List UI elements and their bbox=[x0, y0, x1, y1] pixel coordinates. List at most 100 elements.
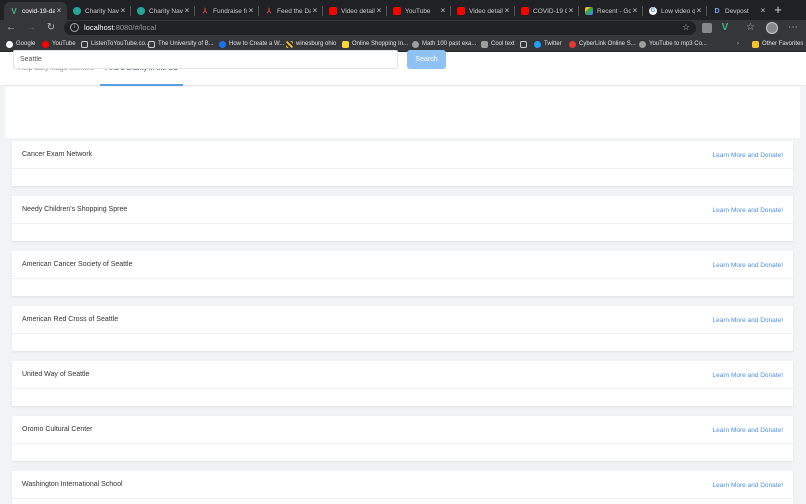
close-icon[interactable]: × bbox=[247, 7, 255, 15]
browser-tab[interactable]: Charity Navig × bbox=[67, 2, 131, 20]
bookmark-item[interactable]: YouTube bbox=[42, 38, 76, 50]
back-arrow-icon[interactable]: ← bbox=[4, 21, 18, 35]
learn-more-link[interactable]: Learn More and Donate! bbox=[713, 317, 783, 324]
browser-tab[interactable]: ⅄ Feed the Daily × bbox=[259, 2, 323, 20]
bookmarks-overflow-icon[interactable]: › bbox=[737, 38, 739, 50]
bookmark-star-icon[interactable]: ☆ bbox=[682, 22, 690, 33]
browser-tab[interactable]: D Devpost × bbox=[707, 2, 771, 20]
bookmark-item[interactable]: Cool text bbox=[481, 38, 515, 50]
address-bar[interactable]: i localhost:8080/#/local ☆ bbox=[64, 21, 696, 35]
browser-tab[interactable]: V covid-19-dai × bbox=[4, 2, 67, 20]
new-tab-button[interactable]: + bbox=[771, 3, 785, 17]
learn-more-link[interactable]: Learn More and Donate! bbox=[713, 207, 783, 214]
avatar[interactable] bbox=[766, 22, 778, 34]
charity-navigator-icon bbox=[137, 7, 145, 15]
more-menu-icon[interactable]: ⋯ bbox=[786, 21, 800, 35]
divider bbox=[12, 498, 793, 499]
page-icon bbox=[520, 40, 527, 48]
youtube-icon bbox=[393, 7, 401, 15]
vue-devtools-icon[interactable]: V bbox=[720, 23, 730, 33]
charity-name: American Red Cross of Seattle bbox=[22, 316, 119, 323]
close-icon[interactable]: × bbox=[439, 7, 447, 15]
bookmark-item[interactable]: How to Create a W... bbox=[219, 38, 284, 50]
close-icon[interactable]: × bbox=[375, 7, 383, 15]
browser-tab[interactable]: Video details × bbox=[451, 2, 515, 20]
bookmark-item[interactable]: Twitter bbox=[534, 38, 562, 50]
learn-more-link[interactable]: Learn More and Donate! bbox=[713, 372, 783, 379]
browser-tab-title: Devpost bbox=[725, 7, 749, 15]
extension-icon[interactable] bbox=[702, 23, 712, 33]
close-icon[interactable]: × bbox=[567, 7, 575, 15]
other-favorites[interactable]: Other Favorites bbox=[752, 38, 803, 50]
charity-name: Cancer Exam Network bbox=[22, 151, 93, 158]
charity-name: Oromo Cultural Center bbox=[22, 426, 93, 433]
youtube-icon bbox=[42, 40, 49, 48]
browser-tab[interactable]: Charity Navig × bbox=[131, 2, 195, 20]
bookmark-item[interactable]: CyberLink Online S... bbox=[569, 38, 636, 50]
close-icon[interactable]: × bbox=[759, 7, 767, 15]
bookmark-item[interactable]: Math 100 past exa... bbox=[412, 38, 476, 50]
learn-more-link[interactable]: Learn More and Donate! bbox=[713, 262, 783, 269]
charity-navigator-icon bbox=[73, 7, 81, 15]
info-icon[interactable]: i bbox=[70, 23, 79, 32]
browser-tab[interactable]: YouTube × bbox=[387, 2, 451, 20]
google-icon bbox=[6, 40, 13, 48]
bookmark-fav-icon bbox=[286, 40, 293, 48]
bookmark-item[interactable] bbox=[520, 38, 530, 50]
v-logo-icon: V bbox=[11, 6, 17, 16]
bookmark-item[interactable]: winesburg ohio bbox=[286, 38, 336, 50]
browser-tab-title: Charity Navig bbox=[149, 7, 183, 15]
bookmark-fav-icon bbox=[342, 40, 349, 48]
forward-arrow-icon[interactable]: → bbox=[24, 21, 38, 35]
browser-tab-title: Feed the Daily bbox=[277, 7, 311, 15]
charity-card: American Cancer Society of Seattle Learn… bbox=[12, 251, 793, 296]
bookmark-item[interactable]: ListenToYouTube.co... bbox=[81, 38, 150, 50]
bookmark-fav-icon bbox=[639, 40, 646, 48]
browser-tab[interactable]: COVID-19 Ch × bbox=[515, 2, 579, 20]
youtube-studio-icon bbox=[329, 7, 337, 15]
bookmark-item[interactable]: Online Shopping In... bbox=[342, 38, 408, 50]
charity-card: United Way of Seattle Learn More and Don… bbox=[12, 361, 793, 406]
charity-card: Needy Children's Shopping Spree Learn Mo… bbox=[12, 196, 793, 241]
page-icon bbox=[148, 40, 155, 48]
reload-icon[interactable]: ↻ bbox=[44, 21, 58, 35]
bookmark-item[interactable]: YouTube to mp3 Co... bbox=[639, 38, 707, 50]
search-button[interactable]: Search bbox=[407, 50, 446, 69]
browser-tab-title: Fundraise for bbox=[213, 7, 247, 15]
close-icon[interactable]: × bbox=[55, 7, 63, 15]
bookmark-fav-icon bbox=[412, 40, 419, 48]
browser-tab[interactable]: G Low video qu × bbox=[643, 2, 707, 20]
browser-tab-strip: V covid-19-dai × Charity Navig × Charity… bbox=[0, 0, 806, 20]
charity-name: American Cancer Society of Seattle bbox=[22, 261, 133, 268]
browser-tab-title: Video details bbox=[469, 7, 503, 15]
browser-tab[interactable]: ⅄ Fundraise for × bbox=[195, 2, 259, 20]
devpost-icon: ⅄ bbox=[202, 8, 208, 15]
search-input[interactable] bbox=[13, 50, 398, 69]
divider bbox=[12, 333, 793, 334]
close-icon[interactable]: × bbox=[503, 7, 511, 15]
browser-tab-title: Recent - Goo bbox=[597, 7, 631, 15]
close-icon[interactable]: × bbox=[119, 7, 127, 15]
close-icon[interactable]: × bbox=[631, 7, 639, 15]
learn-more-link[interactable]: Learn More and Donate! bbox=[713, 152, 783, 159]
learn-more-link[interactable]: Learn More and Donate! bbox=[713, 482, 783, 489]
google-icon: G bbox=[649, 7, 657, 15]
charity-card: Washington International School Learn Mo… bbox=[12, 471, 793, 504]
google-drive-icon bbox=[585, 7, 593, 15]
browser-tab-title: YouTube bbox=[405, 7, 431, 15]
close-icon[interactable]: × bbox=[183, 7, 191, 15]
bookmark-item[interactable]: The University of B... bbox=[148, 38, 214, 50]
search-panel bbox=[5, 87, 800, 138]
close-icon[interactable]: × bbox=[311, 7, 319, 15]
close-icon[interactable]: × bbox=[695, 7, 703, 15]
favorites-icon[interactable]: ☆ bbox=[746, 23, 756, 33]
learn-more-link[interactable]: Learn More and Donate! bbox=[713, 427, 783, 434]
devpost-icon: ⅄ bbox=[266, 8, 272, 15]
bookmark-item[interactable]: Google bbox=[6, 38, 35, 50]
cyberlink-icon bbox=[569, 40, 576, 48]
globe-icon bbox=[219, 40, 226, 48]
browser-tab[interactable]: Recent - Goo × bbox=[579, 2, 643, 20]
browser-tab-title: COVID-19 Ch bbox=[533, 7, 567, 15]
browser-tab[interactable]: Video details × bbox=[323, 2, 387, 20]
youtube-studio-icon bbox=[457, 7, 465, 15]
